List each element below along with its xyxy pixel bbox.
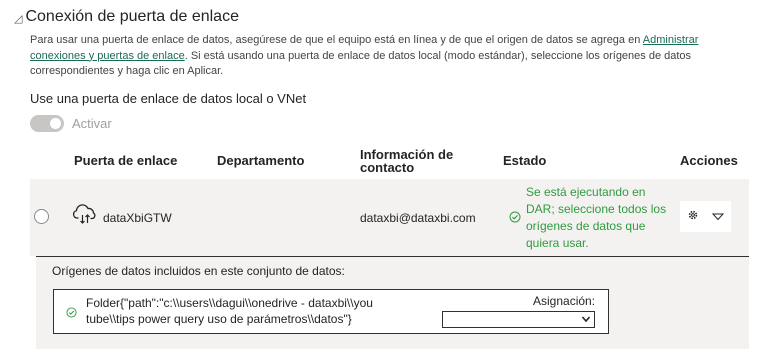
chevron-down-icon[interactable] bbox=[712, 208, 725, 226]
toggle-knob bbox=[50, 118, 61, 129]
assignment-label: Asignación: bbox=[533, 294, 596, 308]
column-header-gateway: Puerta de enlace bbox=[74, 153, 178, 168]
gateway-name: dataXbiGTW bbox=[103, 211, 172, 225]
gateway-contact: dataxbi@dataxbi.com bbox=[360, 211, 476, 225]
cloud-gateway-icon bbox=[72, 203, 98, 230]
vnet-toggle-label: Activar bbox=[72, 116, 112, 131]
datasources-title: Orígenes de datos incluidos en este conj… bbox=[52, 264, 345, 278]
vnet-toggle[interactable] bbox=[30, 115, 64, 132]
chevron-down-icon bbox=[581, 316, 591, 323]
column-header-actions: Acciones bbox=[680, 153, 738, 168]
column-header-status: Estado bbox=[503, 153, 547, 168]
vnet-toggle-row[interactable]: Activar bbox=[30, 115, 112, 132]
check-circle-icon bbox=[66, 305, 77, 323]
collapse-caret-icon[interactable]: ◿ bbox=[14, 12, 22, 25]
gateway-radio[interactable] bbox=[34, 209, 49, 224]
gateway-status: Se está ejecutando en DAR; seleccione to… bbox=[526, 185, 667, 250]
column-header-contact: Información de contacto bbox=[360, 147, 454, 175]
gear-icon[interactable] bbox=[687, 208, 699, 226]
column-header-department: Departamento bbox=[217, 153, 305, 168]
vnet-heading: Use una puerta de enlace de datos local … bbox=[30, 91, 307, 106]
datasource-path: Folder{"path":"c:\\users\\dagui\\onedriv… bbox=[86, 296, 373, 326]
assignment-select[interactable] bbox=[442, 311, 595, 328]
check-circle-icon bbox=[509, 210, 521, 228]
section-title: Conexión de puerta de enlace bbox=[25, 8, 239, 25]
section-header[interactable]: ◿ Conexión de puerta de enlace bbox=[14, 8, 239, 26]
section-description: Para usar una puerta de enlace de datos,… bbox=[30, 34, 699, 77]
gateway-actions bbox=[680, 201, 731, 232]
